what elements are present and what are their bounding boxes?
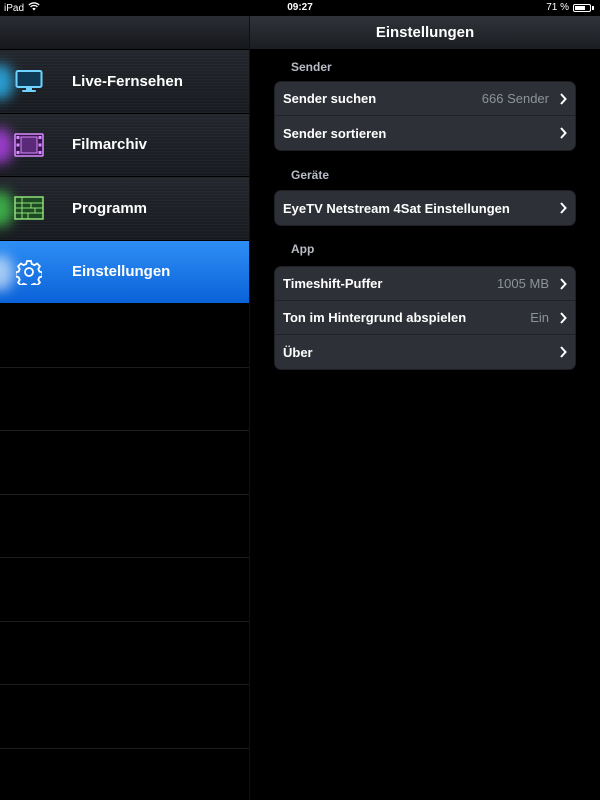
- status-time: 09:27: [287, 2, 313, 13]
- section-header-devices: Geräte: [291, 168, 330, 182]
- page-title: Einstellungen: [250, 16, 600, 50]
- sidebar-item-label: Programm: [72, 199, 148, 217]
- background-audio-row[interactable]: Ton im Hintergrund abspielen Ein: [275, 301, 575, 335]
- battery-percentage: 71 %: [546, 2, 569, 13]
- sidebar-item-program[interactable]: Programm: [0, 177, 249, 241]
- sidebar-item-live-tv[interactable]: Live-Fernsehen: [0, 50, 249, 114]
- empty-row: [0, 495, 249, 558]
- settings-pane: Einstellungen Sender Sender suchen 666 S…: [250, 16, 600, 800]
- row-value: Ein: [530, 310, 549, 325]
- search-channels-row[interactable]: Sender suchen 666 Sender: [275, 82, 575, 116]
- chevron-right-icon: [560, 93, 567, 105]
- gear-icon: [14, 259, 44, 285]
- empty-row: [0, 685, 249, 749]
- about-row[interactable]: Über: [275, 335, 575, 369]
- sidebar-item-settings[interactable]: Einstellungen: [0, 240, 249, 304]
- empty-row: [0, 368, 249, 431]
- sort-channels-row[interactable]: Sender sortieren: [275, 116, 575, 150]
- program-guide-icon: [14, 195, 44, 221]
- timeshift-buffer-row[interactable]: Timeshift-Puffer 1005 MB: [275, 267, 575, 301]
- row-label: Ton im Hintergrund abspielen: [283, 310, 467, 325]
- tv-icon: [14, 68, 44, 94]
- section-header-sender: Sender: [291, 60, 332, 74]
- section-header-app: App: [291, 242, 315, 256]
- settings-group-devices: EyeTV Netstream 4Sat Einstellungen: [274, 190, 576, 226]
- row-value: 666 Sender: [481, 91, 549, 106]
- film-icon: [14, 132, 44, 158]
- row-value: 1005 MB: [496, 276, 549, 291]
- row-label: Sender sortieren: [283, 125, 387, 141]
- row-label: Über: [283, 344, 313, 360]
- empty-row: [0, 622, 249, 685]
- sidebar-item-film-archive[interactable]: Filmarchiv: [0, 113, 249, 177]
- status-bar: iPad 09:27 71 %: [0, 0, 600, 16]
- sidebar-header: [0, 16, 249, 50]
- sidebar: Live-Fernsehen Filmarchiv Programm Einst…: [0, 16, 249, 800]
- sidebar-item-label: Einstellungen: [72, 263, 171, 281]
- sidebar-item-label: Live-Fernsehen: [72, 72, 183, 90]
- battery-icon: [573, 3, 591, 12]
- empty-row: [0, 558, 249, 622]
- netstream-settings-row[interactable]: EyeTV Netstream 4Sat Einstellungen: [275, 191, 575, 225]
- chevron-right-icon: [560, 312, 567, 324]
- sidebar-item-label: Filmarchiv: [72, 136, 148, 154]
- empty-row: [0, 431, 249, 495]
- row-label: EyeTV Netstream 4Sat Einstellungen: [283, 200, 510, 216]
- empty-row: [0, 304, 249, 368]
- chevron-right-icon: [560, 202, 567, 214]
- chevron-right-icon: [560, 278, 567, 290]
- row-label: Sender suchen: [283, 91, 377, 106]
- chevron-right-icon: [560, 346, 567, 358]
- settings-group-app: Timeshift-Puffer 1005 MB Ton im Hintergr…: [274, 266, 576, 370]
- settings-group-sender: Sender suchen 666 Sender Sender sortiere…: [274, 81, 576, 151]
- row-label: Timeshift-Puffer: [283, 276, 383, 291]
- chevron-right-icon: [560, 127, 567, 139]
